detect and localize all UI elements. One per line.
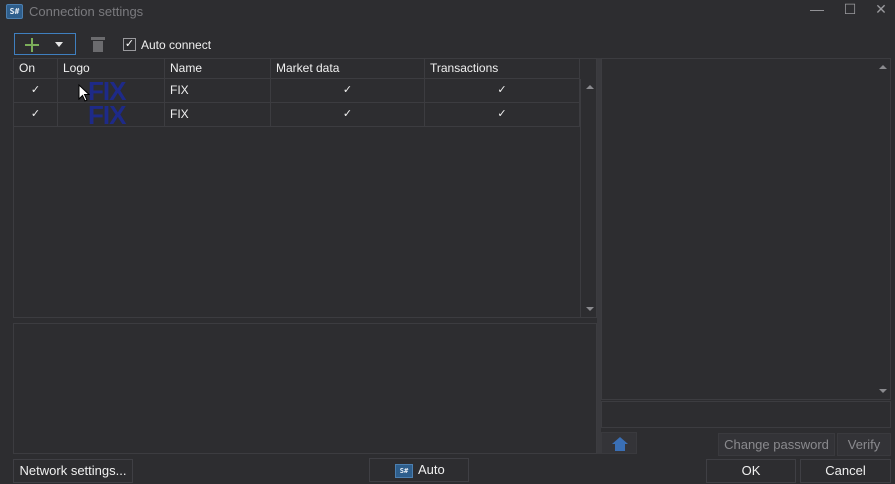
fix-logo: FIX (88, 79, 126, 103)
connections-grid: On Logo Name Market data Transactions ✓ … (13, 58, 597, 318)
properties-panel (601, 58, 891, 400)
minimize-button[interactable]: — (800, 0, 834, 20)
auto-connect-label[interactable]: Auto connect (141, 38, 211, 52)
app-logo-icon: S# (395, 464, 413, 478)
transactions-check[interactable]: ✓ (425, 79, 579, 102)
trash-icon (91, 37, 105, 40)
connection-name: FIX (170, 107, 189, 121)
scroll-up-icon[interactable] (586, 85, 594, 89)
column-header-transactions[interactable]: Transactions (425, 59, 580, 79)
ok-button[interactable]: OK (706, 459, 796, 483)
title-bar: S# Connection settings — ☐ ✕ (0, 0, 895, 24)
properties-description (601, 401, 891, 428)
close-button[interactable]: ✕ (864, 0, 895, 20)
home-button[interactable] (601, 432, 637, 454)
transactions-check[interactable]: ✓ (425, 103, 579, 126)
column-header-on[interactable]: On (14, 59, 58, 79)
connection-details-panel (13, 323, 597, 454)
column-header-name[interactable]: Name (165, 59, 271, 79)
chevron-down-icon[interactable] (55, 42, 63, 47)
auto-label: Auto (418, 462, 445, 477)
verify-button[interactable]: Verify (837, 433, 891, 456)
market-data-check[interactable]: ✓ (271, 79, 424, 102)
auto-connect-checkbox[interactable]: ✓ (123, 38, 136, 51)
column-header-logo[interactable]: Logo (58, 59, 165, 79)
connection-name: FIX (170, 83, 189, 97)
network-settings-button[interactable]: Network settings... (13, 459, 133, 483)
properties-scrollbar[interactable] (874, 59, 892, 399)
grid-scrollbar[interactable] (580, 79, 598, 317)
delete-connection-button[interactable] (90, 36, 106, 53)
table-row[interactable]: ✓ FIX FIX ✓ ✓ (14, 79, 580, 103)
window-title: Connection settings (29, 4, 144, 19)
column-header-market-data[interactable]: Market data (271, 59, 425, 79)
add-connection-button[interactable] (14, 33, 76, 55)
cursor-icon (78, 84, 90, 102)
market-data-check[interactable]: ✓ (271, 103, 424, 126)
on-check[interactable]: ✓ (14, 103, 57, 126)
maximize-button[interactable]: ☐ (833, 0, 867, 20)
scroll-up-icon[interactable] (879, 65, 887, 69)
scroll-down-icon[interactable] (879, 389, 887, 393)
plus-icon (24, 37, 40, 53)
cancel-button[interactable]: Cancel (800, 459, 891, 483)
grid-header: On Logo Name Market data Transactions (14, 59, 580, 79)
on-check[interactable]: ✓ (14, 79, 57, 102)
home-icon (612, 437, 628, 451)
scroll-down-icon[interactable] (586, 307, 594, 311)
table-row[interactable]: ✓ FIX FIX ✓ ✓ (14, 103, 580, 127)
change-password-button[interactable]: Change password (718, 433, 835, 456)
app-logo-icon: S# (6, 4, 23, 19)
fix-logo: FIX (88, 103, 126, 127)
auto-button[interactable]: S# Auto (369, 458, 469, 482)
